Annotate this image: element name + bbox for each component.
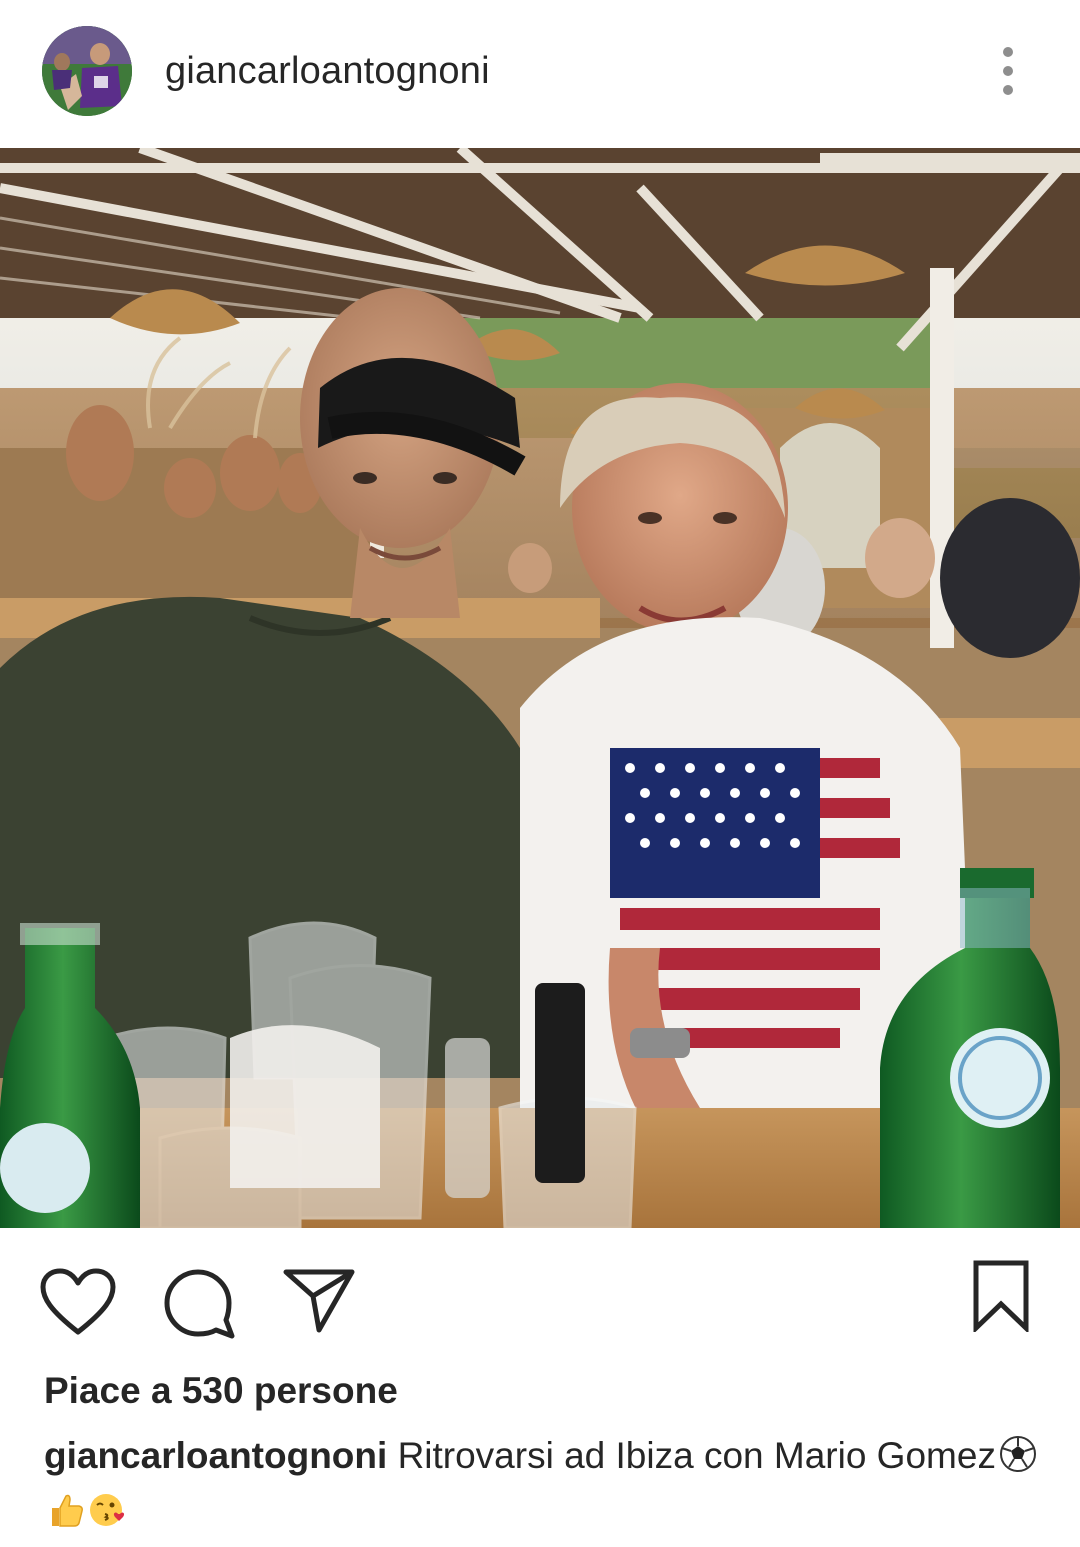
face-blowing-kiss-emoji [90,1494,125,1526]
post-photo[interactable] [0,148,1080,1228]
caption-text: Ritrovarsi ad Ibiza con Mario Gomez [397,1435,996,1476]
post-caption: giancarloantognoni Ritrovarsi ad Ibiza c… [44,1428,1044,1540]
post-actions [0,1228,1080,1358]
post-header: giancarloantognoni [0,0,1080,148]
likes-count[interactable]: Piace a 530 persone [44,1368,398,1414]
thumbs-up-emoji [52,1494,83,1527]
avatar[interactable] [42,26,132,116]
bookmark-icon[interactable] [972,1260,1030,1334]
heart-icon[interactable] [40,1268,116,1336]
soccer-ball-emoji [999,1436,1036,1472]
comment-icon[interactable] [162,1268,236,1342]
more-vertical-icon[interactable] [992,44,1026,100]
send-icon[interactable] [283,1268,355,1334]
avatar-image [42,26,132,116]
post-username[interactable]: giancarloantognoni [165,48,490,94]
caption-username[interactable]: giancarloantognoni [44,1435,387,1476]
